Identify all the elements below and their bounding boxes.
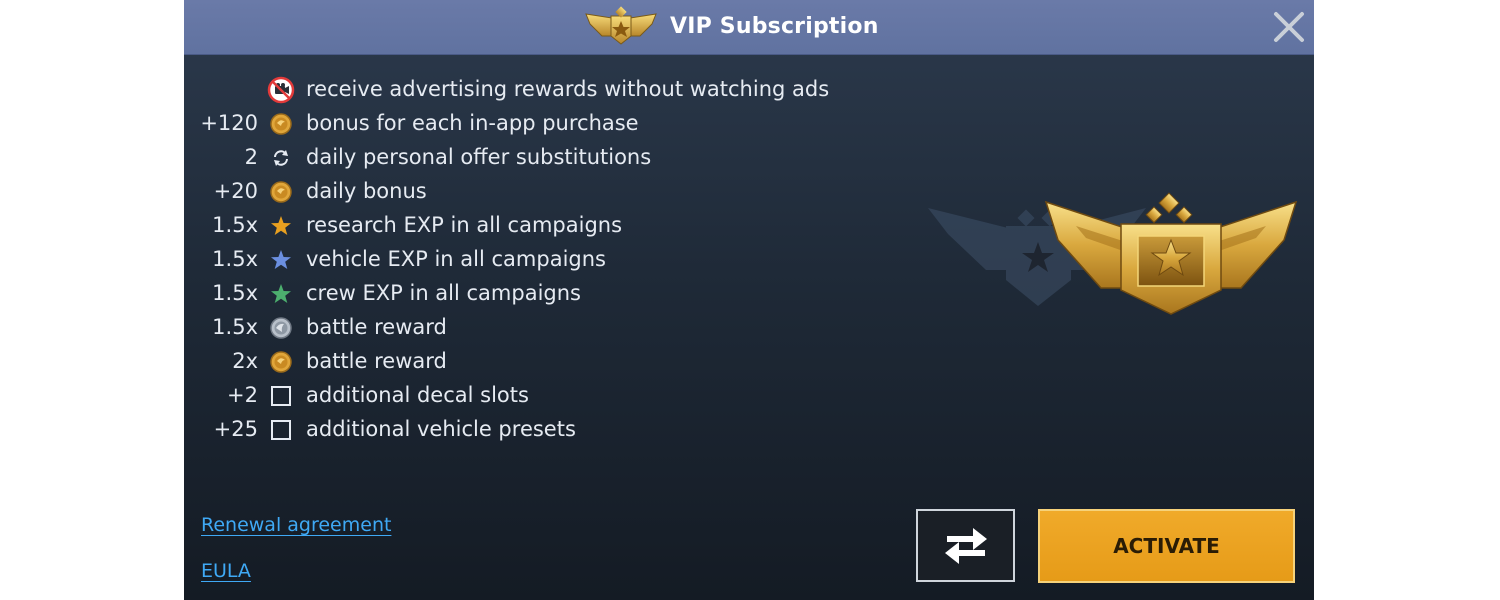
refresh-icon	[267, 144, 295, 172]
activate-button[interactable]: ACTIVATE	[1038, 509, 1295, 583]
benefit-row: +25 additional vehicle presets	[184, 413, 904, 447]
benefit-text: additional decal slots	[306, 383, 529, 407]
benefit-row: 1.5x battle reward	[184, 311, 904, 345]
benefit-text: bonus for each in-app purchase	[306, 111, 639, 135]
silver-coin-icon	[267, 314, 295, 342]
checkbox-icon	[267, 416, 295, 444]
benefit-row: +2 additional decal slots	[184, 379, 904, 413]
benefit-text: receive advertising rewards without watc…	[306, 77, 830, 101]
benefit-text: vehicle EXP in all campaigns	[306, 247, 606, 271]
benefit-amount: +2	[227, 383, 258, 407]
benefit-text: battle reward	[306, 349, 447, 373]
blue-star-icon	[267, 246, 295, 274]
benefit-amount: 1.5x	[212, 281, 258, 305]
eula-link[interactable]: EULA	[201, 560, 251, 582]
benefit-text: daily personal offer substitutions	[306, 145, 652, 169]
gold-coin-icon	[267, 348, 295, 376]
checkbox-icon	[267, 382, 295, 410]
renewal-agreement-link[interactable]: Renewal agreement	[201, 514, 391, 536]
benefit-row: +120 bonus for each in-app purchase	[184, 107, 904, 141]
benefit-amount: 2x	[232, 349, 258, 373]
benefit-amount: 1.5x	[212, 213, 258, 237]
benefit-row: 2 daily personal offer substitutions	[184, 141, 904, 175]
vip-badge-emblem-icon	[928, 192, 1298, 315]
gold-coin-icon	[267, 110, 295, 138]
vip-subscription-dialog: VIP Subscription receive advertising rew…	[184, 0, 1314, 600]
benefit-amount: +25	[213, 417, 258, 441]
vip-wings-emblem-icon	[585, 6, 657, 45]
benefit-text: daily bonus	[306, 179, 427, 203]
dialog-title: VIP Subscription	[670, 14, 879, 39]
benefit-text: additional vehicle presets	[306, 417, 576, 441]
benefit-row: 1.5x research EXP in all campaigns	[184, 209, 904, 243]
benefit-row: 1.5x vehicle EXP in all campaigns	[184, 243, 904, 277]
green-star-icon	[267, 280, 295, 308]
benefit-amount: +120	[200, 111, 258, 135]
no-ads-icon	[267, 76, 295, 104]
benefit-row: receive advertising rewards without watc…	[184, 73, 904, 107]
orange-star-icon	[267, 212, 295, 240]
benefit-text: crew EXP in all campaigns	[306, 281, 581, 305]
benefit-text: research EXP in all campaigns	[306, 213, 623, 237]
benefit-amount: +20	[213, 179, 258, 203]
swap-button[interactable]	[916, 509, 1015, 582]
dialog-header: VIP Subscription	[184, 0, 1314, 55]
benefit-row: 1.5x crew EXP in all campaigns	[184, 277, 904, 311]
close-icon[interactable]	[1272, 10, 1306, 44]
gold-coin-icon	[267, 178, 295, 206]
benefit-text: battle reward	[306, 315, 447, 339]
benefit-amount: 1.5x	[212, 315, 258, 339]
benefit-amount: 1.5x	[212, 247, 258, 271]
benefit-amount: 2	[244, 145, 258, 169]
swap-arrows-icon	[944, 527, 987, 564]
benefit-row: 2x battle reward	[184, 345, 904, 379]
benefit-row: +20 daily bonus	[184, 175, 904, 209]
